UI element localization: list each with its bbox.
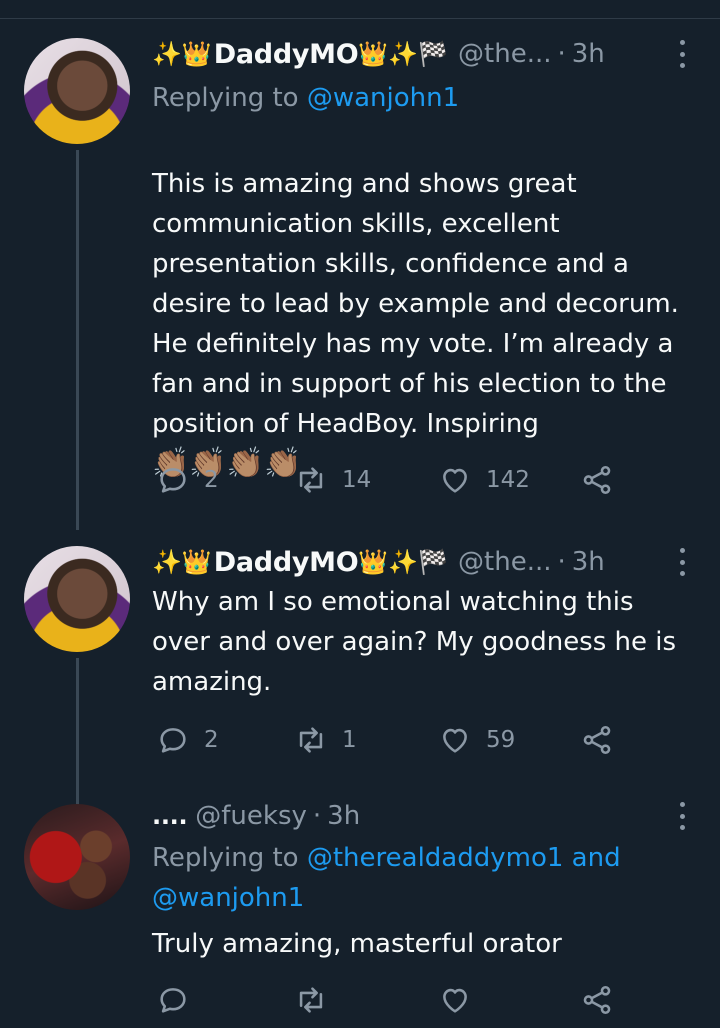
tweet-header: ✨👑 DaddyMO 👑✨🏁 @the... · 3h	[152, 34, 605, 74]
display-name[interactable]: DaddyMO	[214, 547, 359, 578]
retweet-icon	[299, 467, 323, 493]
share-icon	[583, 985, 611, 1015]
avatar[interactable]	[24, 804, 130, 910]
like-button[interactable]: 59	[438, 720, 515, 760]
tweet-header: .... @fueksy · 3h	[152, 796, 360, 836]
heart-icon	[443, 728, 467, 753]
separator-dot: ·	[557, 547, 566, 577]
tweet-text: Why am I so emotional watching this over…	[152, 587, 677, 697]
retweet-icon	[299, 987, 323, 1013]
more-icon[interactable]	[678, 548, 686, 576]
like-button[interactable]: 142	[438, 460, 530, 500]
mention-link[interactable]: @wanjohn1	[152, 883, 304, 913]
replying-to-label: Replying to	[152, 83, 299, 113]
retweet-button[interactable]: 1	[294, 720, 357, 760]
retweet-icon	[299, 727, 323, 753]
like-count: 59	[486, 727, 516, 753]
more-icon[interactable]	[678, 40, 686, 68]
tweet-actions: 2 14 142	[152, 460, 622, 500]
timestamp[interactable]: 3h	[572, 39, 605, 69]
sparkles-crown-emoji: ✨👑	[152, 548, 212, 576]
more-icon[interactable]	[678, 802, 686, 830]
replying-to-label: Replying to	[152, 843, 299, 873]
mention-link[interactable]: @therealdaddymo1	[307, 843, 564, 873]
tweet[interactable]: ✨👑 DaddyMO 👑✨🏁 @the... · 3h Replying to …	[0, 0, 720, 530]
display-name[interactable]: DaddyMO	[214, 39, 359, 70]
reply-icon	[160, 988, 186, 1013]
tweet-text: Truly amazing, masterful orator	[152, 929, 562, 959]
reply-count: 2	[204, 467, 219, 493]
replying-to: Replying to @wanjohn1	[152, 78, 692, 118]
retweet-button[interactable]: 14	[294, 460, 371, 500]
avatar[interactable]	[24, 38, 130, 144]
reply-count: 2	[204, 727, 219, 753]
replying-to: Replying to @therealdaddymo1 and @wanjoh…	[152, 838, 692, 918]
reply-icon	[160, 468, 186, 493]
share-button[interactable]	[580, 460, 614, 500]
reply-icon	[160, 728, 186, 753]
replying-joiner: and	[571, 843, 621, 873]
crown-sparkles-flag-emoji: 👑✨🏁	[358, 548, 449, 576]
heart-icon	[443, 988, 467, 1013]
tweet-header: ✨👑 DaddyMO 👑✨🏁 @the... · 3h	[152, 542, 605, 582]
tweet[interactable]: .... @fueksy · 3h Replying to @therealda…	[0, 790, 720, 1028]
display-name[interactable]: ....	[152, 802, 188, 830]
tweet-body: This is amazing and shows great communic…	[152, 169, 679, 439]
share-icon	[583, 465, 611, 495]
tweet-actions	[152, 980, 622, 1020]
avatar[interactable]	[24, 546, 130, 652]
retweet-count: 1	[342, 727, 357, 753]
tweet-actions: 2 1 59	[152, 720, 622, 760]
heart-icon	[443, 468, 467, 493]
tweet[interactable]: ✨👑 DaddyMO 👑✨🏁 @the... · 3h Why am I so …	[0, 520, 720, 810]
reply-button[interactable]: 2	[156, 720, 219, 760]
retweet-count: 14	[342, 467, 372, 493]
mention-link[interactable]: @wanjohn1	[307, 83, 459, 113]
separator-dot: ·	[312, 801, 322, 831]
reply-button[interactable]: 2	[156, 460, 219, 500]
crown-sparkles-flag-emoji: 👑✨🏁	[358, 40, 449, 68]
timestamp[interactable]: 3h	[327, 801, 360, 831]
thread-connector-line	[76, 150, 79, 530]
timestamp[interactable]: 3h	[572, 547, 605, 577]
like-count: 142	[486, 467, 530, 493]
user-handle[interactable]: @the...	[458, 547, 551, 577]
user-handle[interactable]: @fueksy	[195, 801, 307, 831]
sparkles-crown-emoji: ✨👑	[152, 40, 212, 68]
like-button[interactable]	[438, 980, 486, 1020]
thread-connector-line	[76, 658, 79, 810]
share-button[interactable]	[580, 980, 614, 1020]
share-icon	[583, 725, 611, 755]
tweet-text: This is amazing and shows great communic…	[152, 124, 697, 485]
retweet-button[interactable]	[294, 980, 342, 1020]
user-handle[interactable]: @the...	[458, 39, 551, 69]
share-button[interactable]	[580, 720, 614, 760]
separator-dot: ·	[557, 39, 566, 69]
reply-button[interactable]	[156, 980, 204, 1020]
